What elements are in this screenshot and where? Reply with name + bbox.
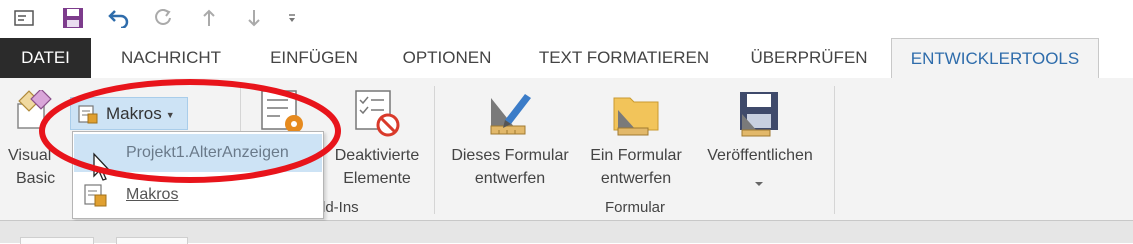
tab-ueberpruefen[interactable]: ÜBERPRÜFEN xyxy=(740,38,878,78)
deaktivierte-elemente-button[interactable]: Deaktivierte Elemente xyxy=(324,78,430,198)
chevron-down-icon xyxy=(754,174,766,186)
save-icon[interactable] xyxy=(60,6,86,30)
customize-toolbar-icon[interactable] xyxy=(284,6,300,30)
design-form-icon xyxy=(485,88,535,138)
deaktivierte-label-line1: Deaktivierte xyxy=(334,147,420,164)
visual-basic-icon xyxy=(12,88,56,134)
visual-basic-label-line2: Basic xyxy=(16,170,56,187)
makros-button-label: Makros xyxy=(106,103,162,123)
mouse-cursor-icon xyxy=(92,152,112,182)
addins-group-label: ld-Ins xyxy=(322,199,359,216)
undo-icon[interactable] xyxy=(105,6,133,30)
menu-item-label: Projekt1.AlterAnzeigen xyxy=(126,144,289,161)
redo-icon[interactable] xyxy=(151,6,175,30)
macro-icon xyxy=(77,103,99,125)
tab-text-formatieren[interactable]: TEXT FORMATIEREN xyxy=(526,38,722,78)
tab-datei[interactable]: DATEI xyxy=(0,38,91,78)
ribbon-tab-bar: DATEI NACHRICHT EINFÜGEN OPTIONEN TEXT F… xyxy=(0,38,1133,79)
new-message-icon[interactable] xyxy=(12,6,36,30)
disabled-items-icon xyxy=(352,88,402,138)
tab-entwicklertools[interactable]: ENTWICKLERTOOLS xyxy=(891,38,1099,79)
veroeffentlichen-label: Veröffentlichen xyxy=(707,147,813,164)
tab-nachricht[interactable]: NACHRICHT xyxy=(101,38,241,78)
veroeffentlichen-button[interactable]: Veröffentlichen xyxy=(694,78,826,198)
publish-form-icon xyxy=(734,88,784,138)
arrow-down-icon[interactable] xyxy=(243,6,265,30)
design-form-folder-icon xyxy=(610,88,662,138)
tab-einfuegen[interactable]: EINFÜGEN xyxy=(256,38,372,78)
menu-item-label: Makros xyxy=(126,186,179,203)
formular-group-label: Formular xyxy=(604,199,665,216)
ein-formular-entwerfen-button[interactable]: Ein Formular entwerfen xyxy=(580,78,692,198)
dieses-formular-label-line1: Dieses Formular xyxy=(451,147,569,164)
quick-access-toolbar xyxy=(0,0,1133,37)
dieses-formular-label-line2: entwerfen xyxy=(474,170,546,187)
chevron-down-icon: ▼ xyxy=(165,109,175,120)
dieses-formular-entwerfen-button[interactable]: Dieses Formular entwerfen xyxy=(440,78,580,198)
ein-formular-label-line1: Ein Formular xyxy=(590,147,682,164)
macro-icon xyxy=(82,182,108,208)
visual-basic-label-line1: Visual xyxy=(8,147,52,164)
ein-formular-label-line2: entwerfen xyxy=(600,170,672,187)
group-separator xyxy=(434,86,435,214)
makros-button[interactable]: Makros ▼ xyxy=(70,97,188,130)
arrow-up-icon[interactable] xyxy=(198,6,220,30)
group-separator xyxy=(834,86,835,214)
tab-optionen[interactable]: OPTIONEN xyxy=(388,38,506,78)
visual-basic-button[interactable]: Visual Basic xyxy=(0,78,68,198)
deaktivierte-label-line2: Elemente xyxy=(343,170,411,187)
